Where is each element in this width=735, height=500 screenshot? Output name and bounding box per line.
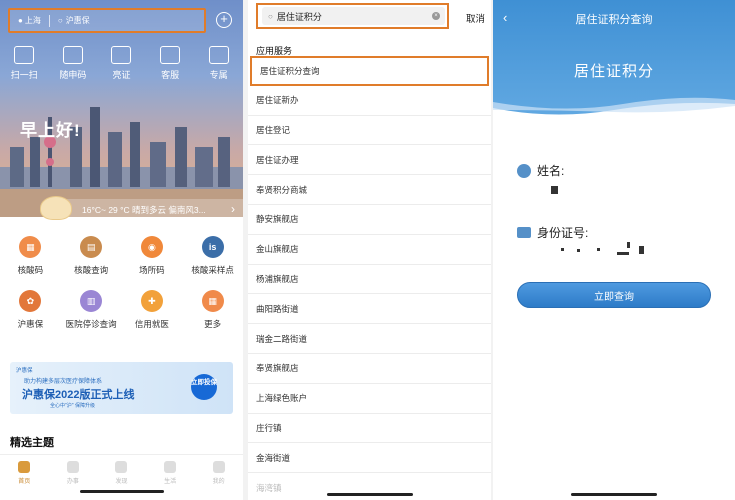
leaf-icon bbox=[164, 461, 177, 473]
search-icon: ○ bbox=[268, 11, 273, 21]
weather-bar[interactable]: 16°C~ 29 °C 晴到多云 偏南风3... › bbox=[52, 199, 243, 221]
divider bbox=[48, 14, 50, 27]
tab-home[interactable]: 首页 bbox=[4, 461, 44, 500]
home-indicator bbox=[571, 493, 657, 496]
service-more[interactable]: ▦ 更多 bbox=[182, 290, 243, 330]
id-label: 身份证号: bbox=[537, 226, 589, 240]
search-box-highlight: ○ 居住证积分 × bbox=[256, 3, 449, 29]
section-title: 精选主题 bbox=[10, 437, 54, 449]
home-indicator bbox=[80, 490, 164, 493]
hero-title: 居住证积分 bbox=[573, 63, 654, 80]
result-item[interactable]: 静安旗舰店 bbox=[248, 205, 491, 235]
result-item[interactable]: 居住证办理 bbox=[248, 145, 491, 176]
briefcase-icon bbox=[66, 461, 79, 473]
service-grid: ▦ 核酸码 ▤ 核酸查询 ◉ 场所码 is 核酸采样点 ✿ 沪惠保 ▥ 医院停诊查询 ✚ 信用… bbox=[0, 236, 243, 330]
search-header: ○ 居住证积分 × 取消 bbox=[248, 0, 491, 34]
banner-line2: 全心中"沪" 保障升级 bbox=[50, 403, 95, 409]
greeting-text: 早上好! bbox=[20, 121, 81, 140]
place-code-icon: ◉ bbox=[140, 236, 163, 258]
result-item[interactable]: 上海绿色账户 bbox=[248, 384, 491, 414]
headset-icon bbox=[160, 46, 181, 64]
result-item[interactable]: 奉贤旗舰店 bbox=[248, 354, 491, 384]
tab-services[interactable]: 办事 bbox=[53, 461, 93, 500]
scan-button[interactable]: 扫一扫 bbox=[1, 46, 47, 81]
search-placeholder: 沪惠保 bbox=[65, 16, 90, 25]
query-now-button[interactable]: 立即查询 bbox=[517, 282, 711, 308]
show-license-button[interactable]: 亮证 bbox=[98, 46, 144, 81]
suishenban-home-screen: ● 上海 ○ 沪惠保 + 扫一扫 随申码 亮证 客服 专属 早上好! 16°C~… bbox=[0, 0, 243, 500]
cancel-button[interactable]: 取消 bbox=[466, 11, 485, 25]
bottom-tab-bar: 首页 办事 发现 生活 我的 bbox=[0, 454, 243, 500]
hospital-icon: ▥ bbox=[80, 290, 103, 312]
result-item[interactable]: 奉贤积分商城 bbox=[248, 175, 491, 205]
service-huhuibao[interactable]: ✿ 沪惠保 bbox=[0, 290, 61, 330]
result-item[interactable]: 居住证新办 bbox=[248, 86, 491, 116]
result-item[interactable]: 居住登记 bbox=[248, 116, 491, 146]
search-results-screen: ○ 居住证积分 × 取消 应用服务 居住证积分查询 居住证新办 居住登记 居住证… bbox=[248, 0, 491, 500]
result-item[interactable]: 曲阳路街道 bbox=[248, 294, 491, 325]
service-sampling-site[interactable]: is 核酸采样点 bbox=[182, 236, 243, 276]
location-label[interactable]: 上海 bbox=[25, 15, 41, 26]
id-field: 身份证号: bbox=[517, 224, 588, 241]
result-item[interactable]: 瑞金二路街道 bbox=[248, 324, 491, 354]
home-indicator bbox=[327, 493, 413, 496]
name-label: 姓名: bbox=[537, 164, 565, 178]
user-icon bbox=[212, 461, 225, 473]
service-place-code[interactable]: ◉ 场所码 bbox=[122, 236, 183, 276]
id-card-icon bbox=[111, 46, 132, 64]
huhuibao-icon: ✿ bbox=[19, 290, 42, 312]
query-header: ‹ 居住证积分查询 居住证积分 bbox=[493, 0, 735, 120]
service-credit-medical[interactable]: ✚ 信用就医 bbox=[122, 290, 183, 330]
crown-icon bbox=[208, 46, 229, 64]
search-input[interactable]: ○ 居住证积分 × bbox=[262, 7, 445, 25]
exclusive-button[interactable]: 专属 bbox=[196, 46, 242, 81]
banner-line1: 助力构建多层次医疗保障体系 bbox=[24, 379, 103, 385]
customer-service-button[interactable]: 客服 bbox=[147, 46, 193, 81]
sampling-site-icon: is bbox=[201, 236, 224, 258]
compass-icon bbox=[115, 461, 128, 473]
service-nucleic-code[interactable]: ▦ 核酸码 bbox=[0, 236, 61, 276]
banner-brand: 沪惠保 bbox=[16, 368, 33, 374]
search-icon: ○ bbox=[57, 16, 63, 25]
health-code-button[interactable]: 随申码 bbox=[50, 46, 96, 81]
scan-icon bbox=[14, 46, 35, 64]
id-card-icon bbox=[517, 227, 531, 238]
name-field: 姓名: bbox=[517, 162, 564, 179]
add-icon[interactable]: + bbox=[216, 12, 232, 28]
result-item-highlighted[interactable]: 居住证积分查询 bbox=[250, 56, 489, 86]
more-icon: ▦ bbox=[201, 290, 224, 312]
wave-decoration bbox=[493, 97, 735, 120]
chevron-right-icon: › bbox=[231, 202, 235, 216]
result-item[interactable]: 庄行镇 bbox=[248, 414, 491, 444]
credit-medical-icon: ✚ bbox=[140, 290, 163, 312]
huhuibao-banner[interactable]: 沪惠保 助力构建多层次医疗保障体系 沪惠保2022版正式上线 全心中"沪" 保障… bbox=[10, 362, 233, 414]
tab-life[interactable]: 生活 bbox=[150, 461, 190, 500]
home-icon bbox=[18, 461, 31, 473]
nucleic-query-icon: ▤ bbox=[80, 236, 103, 258]
person-icon bbox=[517, 163, 531, 178]
residence-points-query-screen: ‹ 居住证积分查询 居住证积分 姓名: 身份证号: 立即查询 bbox=[493, 0, 735, 500]
result-item[interactable]: 杨浦旗舰店 bbox=[248, 265, 491, 295]
tab-discover[interactable]: 发现 bbox=[101, 461, 141, 500]
search-input-value: 居住证积分 bbox=[276, 11, 322, 22]
qr-code-icon bbox=[62, 46, 83, 64]
bun-mascot-icon bbox=[40, 196, 72, 220]
location-pin-icon: ● bbox=[18, 16, 23, 25]
quick-actions: 扫一扫 随申码 亮证 客服 专属 bbox=[0, 46, 243, 81]
nav-title: 居住证积分查询 bbox=[575, 14, 653, 26]
hero-banner: ● 上海 ○ 沪惠保 + 扫一扫 随申码 亮证 客服 专属 早上好! bbox=[0, 0, 243, 217]
service-hospital-closure[interactable]: ▥ 医院停诊查询 bbox=[61, 290, 122, 330]
home-search-bar[interactable]: ● 上海 ○ 沪惠保 bbox=[8, 8, 206, 33]
nucleic-code-icon: ▦ bbox=[19, 236, 42, 258]
result-item[interactable]: 金山旗舰店 bbox=[248, 235, 491, 265]
clear-icon[interactable]: × bbox=[432, 12, 440, 20]
banner-insure-badge[interactable]: 立即投保 bbox=[191, 374, 217, 400]
banner-headline: 沪惠保2022版正式上线 bbox=[22, 389, 135, 401]
weather-text: 16°C~ 29 °C 晴到多云 偏南风3... bbox=[82, 205, 206, 215]
service-nucleic-query[interactable]: ▤ 核酸查询 bbox=[61, 236, 122, 276]
result-item[interactable]: 金海街道 bbox=[248, 443, 491, 474]
results-list: 居住证积分查询 居住证新办 居住登记 居住证办理 奉贤积分商城 静安旗舰店 金山… bbox=[248, 56, 491, 500]
tab-me[interactable]: 我的 bbox=[199, 461, 239, 500]
masked-name-value bbox=[551, 186, 558, 194]
